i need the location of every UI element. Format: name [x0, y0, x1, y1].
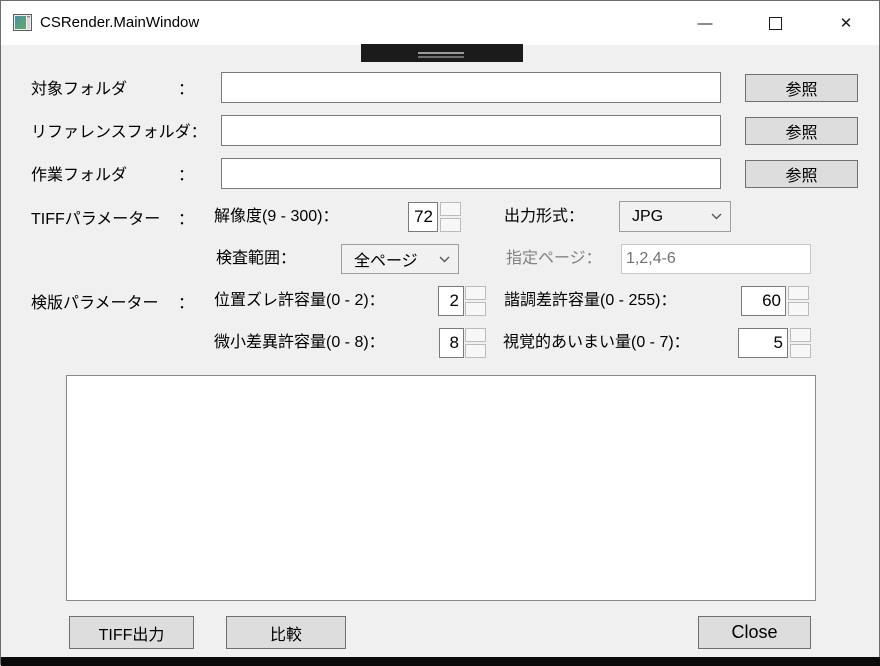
- position-tolerance-label: 位置ズレ許容量(0 - 2)：: [214, 286, 385, 316]
- reference-folder-input[interactable]: [221, 115, 721, 146]
- app-icon: [13, 14, 32, 31]
- target-folder-input[interactable]: [221, 72, 721, 103]
- output-format-value: JPG: [632, 208, 663, 226]
- visual-ambiguity-increment-button[interactable]: [790, 328, 811, 342]
- pages-input[interactable]: [621, 244, 811, 274]
- work-folder-browse-button[interactable]: 参照: [745, 160, 858, 188]
- resolution-increment-button[interactable]: [440, 202, 461, 216]
- drag-handle-icon[interactable]: [418, 52, 464, 54]
- compare-button[interactable]: 比較: [226, 616, 346, 649]
- work-folder-label: 作業フォルダ ：: [31, 158, 194, 188]
- tiff-output-button[interactable]: TIFF出力: [69, 616, 194, 649]
- position-tolerance-increment-button[interactable]: [465, 286, 486, 300]
- minimize-button[interactable]: —: [670, 1, 740, 45]
- pages-label: 指定ページ：: [506, 244, 602, 274]
- target-folder-browse-button[interactable]: 参照: [745, 74, 858, 102]
- scan-range-select[interactable]: 全ページ: [341, 244, 459, 274]
- log-output-box[interactable]: [66, 375, 816, 601]
- tone-tolerance-label: 諧調差許容量(0 - 255)：: [504, 286, 676, 316]
- minor-diff-tolerance-input[interactable]: [439, 328, 464, 358]
- close-icon: ✕: [840, 14, 853, 32]
- resolution-decrement-button[interactable]: [440, 218, 461, 232]
- close-window-button[interactable]: ✕: [811, 1, 880, 45]
- reference-folder-browse-button[interactable]: 参照: [745, 117, 858, 145]
- minor-diff-tolerance-label: 微小差異許容量(0 - 8)：: [214, 328, 385, 358]
- resolution-label: 解像度(9 - 300)：: [214, 202, 338, 232]
- visual-ambiguity-decrement-button[interactable]: [790, 344, 811, 358]
- position-tolerance-input[interactable]: [438, 286, 464, 316]
- minor-diff-decrement-button[interactable]: [465, 344, 486, 358]
- tone-tolerance-decrement-button[interactable]: [788, 302, 809, 316]
- maximize-button[interactable]: [740, 1, 810, 45]
- resolution-input[interactable]: [408, 202, 438, 232]
- output-format-label: 出力形式：: [504, 202, 584, 232]
- tone-tolerance-input[interactable]: [741, 286, 786, 316]
- chevron-down-icon: [711, 213, 722, 220]
- chevron-down-icon: [439, 256, 450, 263]
- maximize-icon: [769, 17, 782, 30]
- drag-handle-icon[interactable]: [418, 56, 464, 58]
- visual-ambiguity-input[interactable]: [738, 328, 788, 358]
- scan-range-value: 全ページ: [354, 247, 418, 271]
- window-title: CSRender.MainWindow: [40, 1, 199, 45]
- position-tolerance-decrement-button[interactable]: [465, 302, 486, 316]
- touch-keyboard-bar: [361, 44, 523, 62]
- scan-range-label: 検査範囲：: [216, 244, 296, 274]
- reference-folder-label: リファレンスフォルダ ：: [31, 115, 194, 145]
- title-bar[interactable]: CSRender.MainWindow — ✕: [1, 1, 879, 45]
- visual-ambiguity-label: 視覚的あいまい量(0 - 7)：: [503, 328, 690, 358]
- tiff-params-section-label: TIFFパラメーター ：: [31, 202, 194, 232]
- minimize-icon: —: [698, 15, 713, 32]
- check-params-section-label: 検版パラメーター ：: [31, 286, 194, 316]
- close-button[interactable]: Close: [698, 616, 811, 649]
- output-format-select[interactable]: JPG: [619, 201, 731, 232]
- work-folder-input[interactable]: [221, 158, 721, 189]
- target-folder-label: 対象フォルダ ：: [31, 72, 194, 102]
- minor-diff-increment-button[interactable]: [465, 328, 486, 342]
- tone-tolerance-increment-button[interactable]: [788, 286, 809, 300]
- main-window: CSRender.MainWindow — ✕ 対象フォルダ ： 参照 リファレ…: [0, 0, 880, 665]
